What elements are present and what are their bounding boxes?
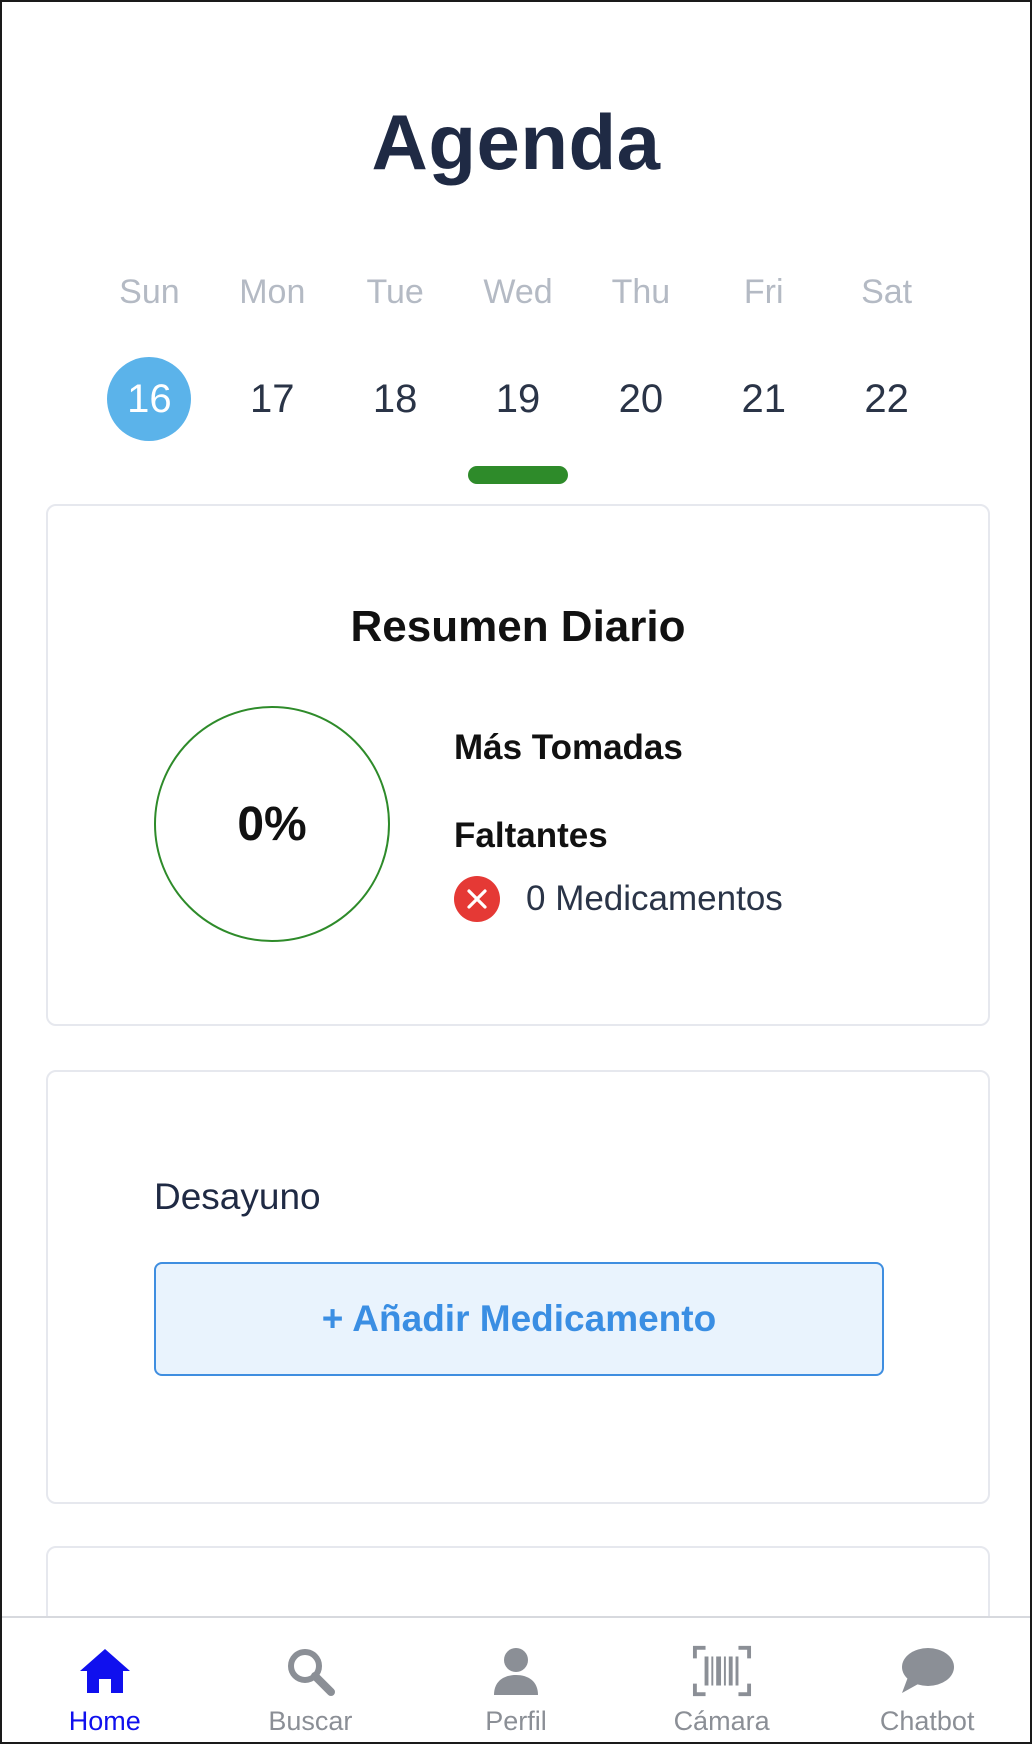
day-name: Sun (119, 273, 180, 311)
error-x-icon (454, 876, 500, 922)
summary-title: Resumen Diario (350, 602, 686, 651)
add-medication-button[interactable]: + Añadir Medicamento (154, 1262, 884, 1376)
day-number[interactable]: 19 (476, 357, 560, 441)
missing-count-row: 0 Medicamentos (454, 876, 783, 922)
tab-perfil[interactable]: Perfil (413, 1618, 619, 1742)
agenda-screen: Agenda Sun 16 Mon 17 Tue 18 Wed 19 Thu 2… (0, 0, 1032, 1744)
tab-buscar[interactable]: Buscar (208, 1618, 414, 1742)
day-mon[interactable]: Mon 17 (211, 267, 334, 441)
barcode-scanner-icon (692, 1642, 752, 1700)
tab-label: Buscar (268, 1706, 353, 1736)
home-icon (75, 1642, 135, 1700)
day-name: Fri (743, 273, 784, 311)
tab-home[interactable]: Home (2, 1618, 208, 1742)
day-tue[interactable]: Tue 18 (334, 267, 457, 441)
bottom-tab-bar: Home Buscar Perfil Cámara Chatbot (2, 1616, 1030, 1742)
day-number[interactable]: 17 (230, 357, 314, 441)
calendar-drag-handle[interactable] (468, 466, 568, 484)
page-title: Agenda (371, 98, 661, 186)
day-thu[interactable]: Thu 20 (579, 267, 702, 441)
day-number[interactable]: 20 (599, 357, 683, 441)
progress-value: 0% (237, 797, 307, 851)
tab-label: Chatbot (879, 1706, 975, 1736)
search-icon (280, 1642, 340, 1700)
day-name: Mon (239, 273, 306, 311)
day-number-selected[interactable]: 16 (107, 357, 192, 441)
person-icon (486, 1642, 546, 1700)
chat-bubble-icon (897, 1642, 957, 1700)
tab-label: Home (68, 1706, 141, 1736)
day-name: Tue (366, 273, 424, 311)
meal-name: Desayuno (154, 1176, 321, 1217)
day-sun[interactable]: Sun 16 (88, 267, 211, 441)
week-calendar: Sun 16 Mon 17 Tue 18 Wed 19 Thu 20 Fri 2… (88, 267, 948, 441)
tab-camara[interactable]: Cámara (619, 1618, 825, 1742)
tab-label: Cámara (673, 1706, 770, 1736)
day-name: Thu (611, 273, 671, 311)
day-name: Wed (483, 273, 553, 311)
missing-count-text: 0 Medicamentos (526, 879, 783, 918)
meal-card-breakfast: Desayuno + Añadir Medicamento (46, 1070, 990, 1504)
day-number[interactable]: 21 (722, 357, 806, 441)
missing-label: Faltantes (454, 816, 608, 855)
day-number[interactable]: 18 (353, 357, 437, 441)
day-wed[interactable]: Wed 19 (457, 267, 580, 441)
day-name: Sat (861, 273, 913, 311)
daily-summary-card: Resumen Diario 0% Más Tomadas Faltantes … (46, 504, 990, 1026)
progress-ring: 0% (154, 706, 390, 942)
tab-label: Perfil (485, 1706, 547, 1736)
day-fri[interactable]: Fri 21 (702, 267, 825, 441)
day-number[interactable]: 22 (845, 357, 929, 441)
day-sat[interactable]: Sat 22 (825, 267, 948, 441)
tab-chatbot[interactable]: Chatbot (824, 1618, 1030, 1742)
taken-label: Más Tomadas (454, 728, 683, 767)
